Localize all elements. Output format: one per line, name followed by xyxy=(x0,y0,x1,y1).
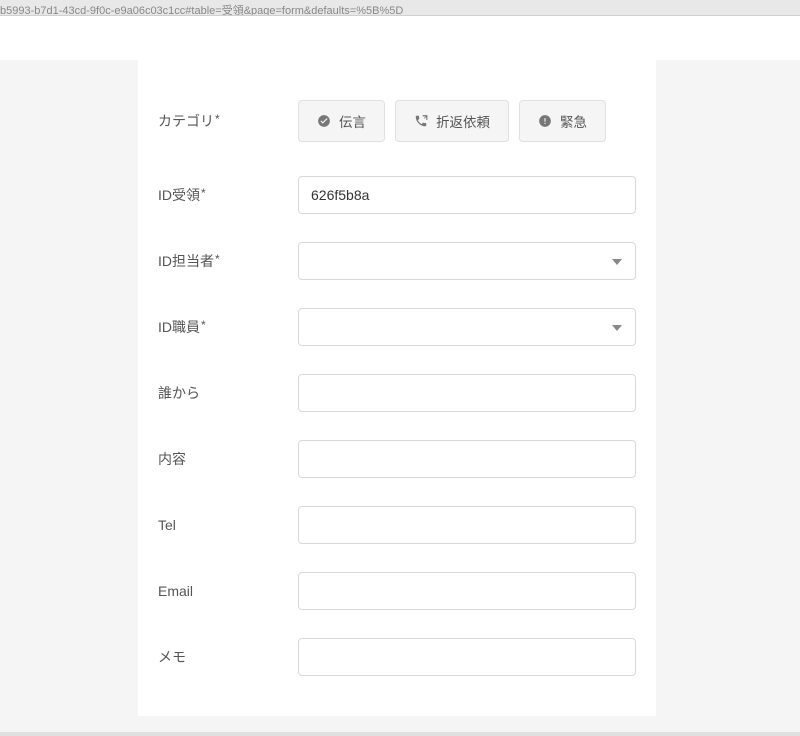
label-id-staff: ID職員 * xyxy=(158,317,298,337)
alert-circle-icon xyxy=(538,114,552,128)
category-label: 伝言 xyxy=(339,111,366,131)
label-text: 内容 xyxy=(158,449,186,469)
label-text: ID職員 xyxy=(158,317,200,337)
row-memo: メモ xyxy=(138,638,656,676)
content-input[interactable] xyxy=(298,440,636,478)
label-text: ID受領 xyxy=(158,185,200,205)
id-manager-value xyxy=(298,242,636,280)
label-text: Tel xyxy=(158,517,176,533)
label-category: カテゴリ * xyxy=(158,111,298,131)
row-category: カテゴリ * 伝言 xyxy=(138,100,656,142)
memo-input[interactable] xyxy=(298,638,636,676)
id-staff-value xyxy=(298,308,636,346)
email-input[interactable] xyxy=(298,572,636,610)
url-fragment: b5993-b7d1-43cd-9f0c-e9a06c03c1cc#table=… xyxy=(0,0,800,16)
label-memo: メモ xyxy=(158,647,298,667)
row-content: 内容 xyxy=(138,440,656,478)
label-content: 内容 xyxy=(158,449,298,469)
id-manager-select[interactable] xyxy=(298,242,636,280)
bottom-edge xyxy=(0,732,800,736)
from-whom-input[interactable] xyxy=(298,374,636,412)
row-id-manager: ID担当者 * xyxy=(138,242,656,280)
label-text: ID担当者 xyxy=(158,251,214,271)
label-tel: Tel xyxy=(158,517,298,533)
category-urgent-button[interactable]: 緊急 xyxy=(519,100,606,142)
label-text: カテゴリ xyxy=(158,111,214,131)
category-button-group: 伝言 折返依頼 緊急 xyxy=(298,100,636,142)
label-text: 誰から xyxy=(158,383,200,403)
row-email: Email xyxy=(138,572,656,610)
check-circle-icon xyxy=(317,114,331,128)
label-from-whom: 誰から xyxy=(158,383,298,403)
label-id-receipt: ID受領 * xyxy=(158,185,298,205)
label-text: Email xyxy=(158,583,193,599)
label-id-manager: ID担当者 * xyxy=(158,251,298,271)
category-label: 折返依頼 xyxy=(436,111,490,131)
id-staff-select[interactable] xyxy=(298,308,636,346)
category-dengon-button[interactable]: 伝言 xyxy=(298,100,385,142)
row-tel: Tel xyxy=(138,506,656,544)
tel-input[interactable] xyxy=(298,506,636,544)
label-email: Email xyxy=(158,583,298,599)
row-id-staff: ID職員 * xyxy=(138,308,656,346)
required-mark: * xyxy=(201,186,206,200)
category-label: 緊急 xyxy=(560,111,587,131)
row-id-receipt: ID受領 * xyxy=(138,176,656,214)
form-card: カテゴリ * 伝言 xyxy=(138,60,656,716)
required-mark: * xyxy=(201,318,206,332)
row-from-whom: 誰から xyxy=(138,374,656,412)
required-mark: * xyxy=(215,252,220,266)
category-callback-button[interactable]: 折返依頼 xyxy=(395,100,509,142)
id-receipt-input[interactable] xyxy=(298,176,636,214)
label-text: メモ xyxy=(158,647,186,667)
required-mark: * xyxy=(215,112,220,126)
header-spacer xyxy=(0,16,800,60)
phone-callback-icon xyxy=(414,114,428,128)
